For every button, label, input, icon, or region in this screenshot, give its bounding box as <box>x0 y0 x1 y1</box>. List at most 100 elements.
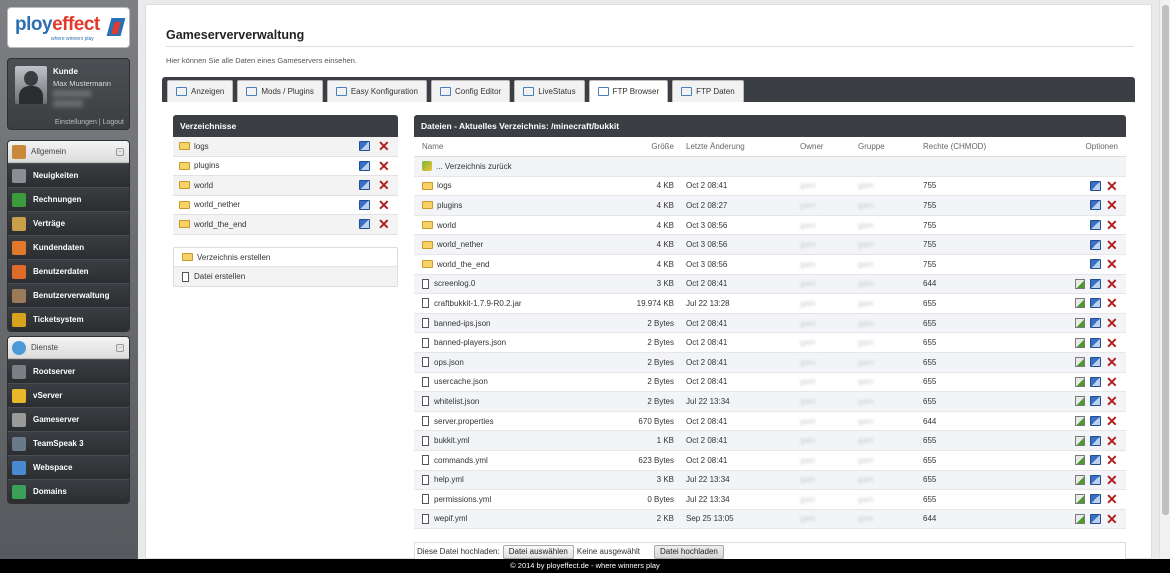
tab-config-editor[interactable]: Config Editor <box>430 80 511 102</box>
parent-directory-link[interactable]: ... Verzeichnis zurück <box>436 162 512 171</box>
file-name[interactable]: whitelist.json <box>434 397 479 406</box>
sidebar-item-neuigkeiten[interactable]: Neuigkeiten <box>8 163 129 187</box>
file-row[interactable]: world 4 KB Oct 3 08:56 gam gam 755 ✕ <box>414 215 1126 236</box>
tab-livestatus[interactable]: LiveStatus <box>514 80 585 102</box>
tab-ftp-daten[interactable]: FTP Daten <box>672 80 744 102</box>
download-icon[interactable] <box>1090 220 1101 231</box>
collapse-icon[interactable]: − <box>116 343 124 352</box>
file-row[interactable]: wepif.yml 2 KB Sep 25 13:05 gam gam 644 ✕ <box>414 509 1126 530</box>
file-name[interactable]: logs <box>437 181 452 190</box>
delete-icon[interactable]: ✕ <box>1106 355 1118 369</box>
edit-icon[interactable] <box>1075 416 1085 427</box>
file-row[interactable]: screenlog.0 3 KB Oct 2 08:41 gam gam 644 ✕ <box>414 274 1126 295</box>
file-row[interactable]: help.yml 3 KB Jul 22 13:34 gam gam 655 ✕ <box>414 470 1126 491</box>
delete-icon[interactable]: ✕ <box>1106 394 1118 408</box>
file-row[interactable]: permissions.yml 0 Bytes Jul 22 13:34 gam gam… <box>414 490 1126 510</box>
directory-name[interactable]: plugins <box>194 161 219 170</box>
file-row[interactable]: craftbukkit-1.7.9-R0.2.jar 19.974 KB Jul 2… <box>414 294 1126 314</box>
file-name[interactable]: banned-players.json <box>434 338 506 347</box>
directory-item[interactable]: plugins ✕ <box>173 156 398 176</box>
parent-directory-row[interactable]: ... Verzeichnis zurück <box>414 157 1126 177</box>
edit-icon[interactable] <box>1075 298 1085 309</box>
file-row[interactable]: bukkit.yml 1 KB Oct 2 08:41 gam gam 655 ✕ <box>414 431 1126 451</box>
settings-link[interactable]: Einstellungen <box>55 119 97 126</box>
download-icon[interactable] <box>1090 396 1101 407</box>
edit-icon[interactable] <box>1075 435 1085 446</box>
delete-icon[interactable]: ✕ <box>1106 198 1118 212</box>
edit-icon[interactable] <box>1075 318 1085 329</box>
download-icon[interactable] <box>1090 376 1101 387</box>
download-icon[interactable] <box>1090 494 1101 505</box>
delete-icon[interactable]: ✕ <box>1106 375 1118 389</box>
edit-icon[interactable] <box>1075 357 1085 368</box>
edit-icon[interactable] <box>1075 396 1085 407</box>
tab-ftp-browser[interactable]: FTP Browser <box>588 80 669 102</box>
delete-icon[interactable]: ✕ <box>1106 473 1118 487</box>
file-name[interactable]: commands.yml <box>434 456 488 465</box>
download-icon[interactable] <box>1090 357 1101 368</box>
download-icon[interactable] <box>1090 200 1101 211</box>
delete-icon[interactable]: ✕ <box>378 178 390 192</box>
sidebar-item-vserver[interactable]: vServer <box>8 383 129 407</box>
download-icon[interactable] <box>359 180 370 191</box>
delete-icon[interactable]: ✕ <box>1106 434 1118 448</box>
delete-icon[interactable]: ✕ <box>1106 316 1118 330</box>
directory-name[interactable]: world_nether <box>194 200 240 209</box>
download-icon[interactable] <box>1090 416 1101 427</box>
download-icon[interactable] <box>1090 180 1101 191</box>
file-name[interactable]: banned-ips.json <box>434 319 490 328</box>
download-icon[interactable] <box>1090 259 1101 270</box>
delete-icon[interactable]: ✕ <box>1106 218 1118 232</box>
download-icon[interactable] <box>1090 435 1101 446</box>
tab-anzeigen[interactable]: Anzeigen <box>167 80 234 102</box>
download-icon[interactable] <box>359 199 370 210</box>
sidebar-item-vertr-ge[interactable]: Verträge <box>8 211 129 235</box>
file-row[interactable]: logs 4 KB Oct 2 08:41 gam gam 755 ✕ <box>414 176 1126 197</box>
file-row[interactable]: server.properties 670 Bytes Oct 2 08:41 gam… <box>414 411 1126 432</box>
scrollbar[interactable] <box>1159 0 1170 559</box>
download-icon[interactable] <box>1090 513 1101 524</box>
directory-item[interactable]: world ✕ <box>173 176 398 196</box>
create-directory-link[interactable]: Verzeichnis erstellen <box>174 248 397 267</box>
directory-name[interactable]: world_the_end <box>194 220 246 229</box>
choose-file-button[interactable]: Datei auswählen <box>502 544 574 559</box>
file-name[interactable]: world_nether <box>437 240 483 249</box>
delete-icon[interactable]: ✕ <box>378 198 390 212</box>
sidebar-item-webspace[interactable]: Webspace <box>8 455 129 479</box>
delete-icon[interactable]: ✕ <box>378 159 390 173</box>
file-name[interactable]: wepif.yml <box>434 514 467 523</box>
file-row[interactable]: plugins 4 KB Oct 2 08:27 gam gam 755 ✕ <box>414 196 1126 216</box>
edit-icon[interactable] <box>1075 278 1085 289</box>
file-name[interactable]: craftbukkit-1.7.9-R0.2.jar <box>434 299 522 308</box>
delete-icon[interactable]: ✕ <box>1106 512 1118 526</box>
tab-mods-plugins[interactable]: Mods / Plugins <box>237 80 323 102</box>
directory-item[interactable]: logs ✕ <box>173 137 398 157</box>
sidebar-item-rechnungen[interactable]: Rechnungen <box>8 187 129 211</box>
delete-icon[interactable]: ✕ <box>1106 296 1118 310</box>
download-icon[interactable] <box>1090 474 1101 485</box>
download-icon[interactable] <box>359 160 370 171</box>
sidebar-item-domains[interactable]: Domains <box>8 479 129 503</box>
directory-name[interactable]: world <box>194 181 213 190</box>
file-row[interactable]: whitelist.json 2 Bytes Jul 22 13:34 gam gam 6… <box>414 392 1126 412</box>
delete-icon[interactable]: ✕ <box>1106 492 1118 506</box>
delete-icon[interactable]: ✕ <box>1106 414 1118 428</box>
file-row[interactable]: commands.yml 623 Bytes Oct 2 08:41 gam gam 65… <box>414 450 1126 471</box>
download-icon[interactable] <box>1090 455 1101 466</box>
collapse-icon[interactable]: − <box>116 147 124 156</box>
delete-icon[interactable]: ✕ <box>1106 336 1118 350</box>
sidebar-item-ticketsystem[interactable]: Ticketsystem <box>8 307 129 331</box>
sidebar-item-benutzerverwaltung[interactable]: Benutzerverwaltung <box>8 283 129 307</box>
file-name[interactable]: help.yml <box>434 475 464 484</box>
file-row[interactable]: banned-players.json 2 Bytes Oct 2 08:41 gam… <box>414 333 1126 353</box>
file-name[interactable]: bukkit.yml <box>434 436 470 445</box>
download-icon[interactable] <box>1090 239 1101 250</box>
file-name[interactable]: usercache.json <box>434 377 488 386</box>
file-row[interactable]: world_the_end 4 KB Oct 3 08:56 gam gam 755 ✕ <box>414 254 1126 275</box>
delete-icon[interactable]: ✕ <box>378 217 390 231</box>
file-name[interactable]: permissions.yml <box>434 495 491 504</box>
edit-icon[interactable] <box>1075 376 1085 387</box>
tab-easy-konfiguration[interactable]: Easy Konfiguration <box>326 80 427 102</box>
file-row[interactable]: usercache.json 2 Bytes Oct 2 08:41 gam gam 65… <box>414 372 1126 393</box>
file-name[interactable]: world_the_end <box>437 260 489 269</box>
